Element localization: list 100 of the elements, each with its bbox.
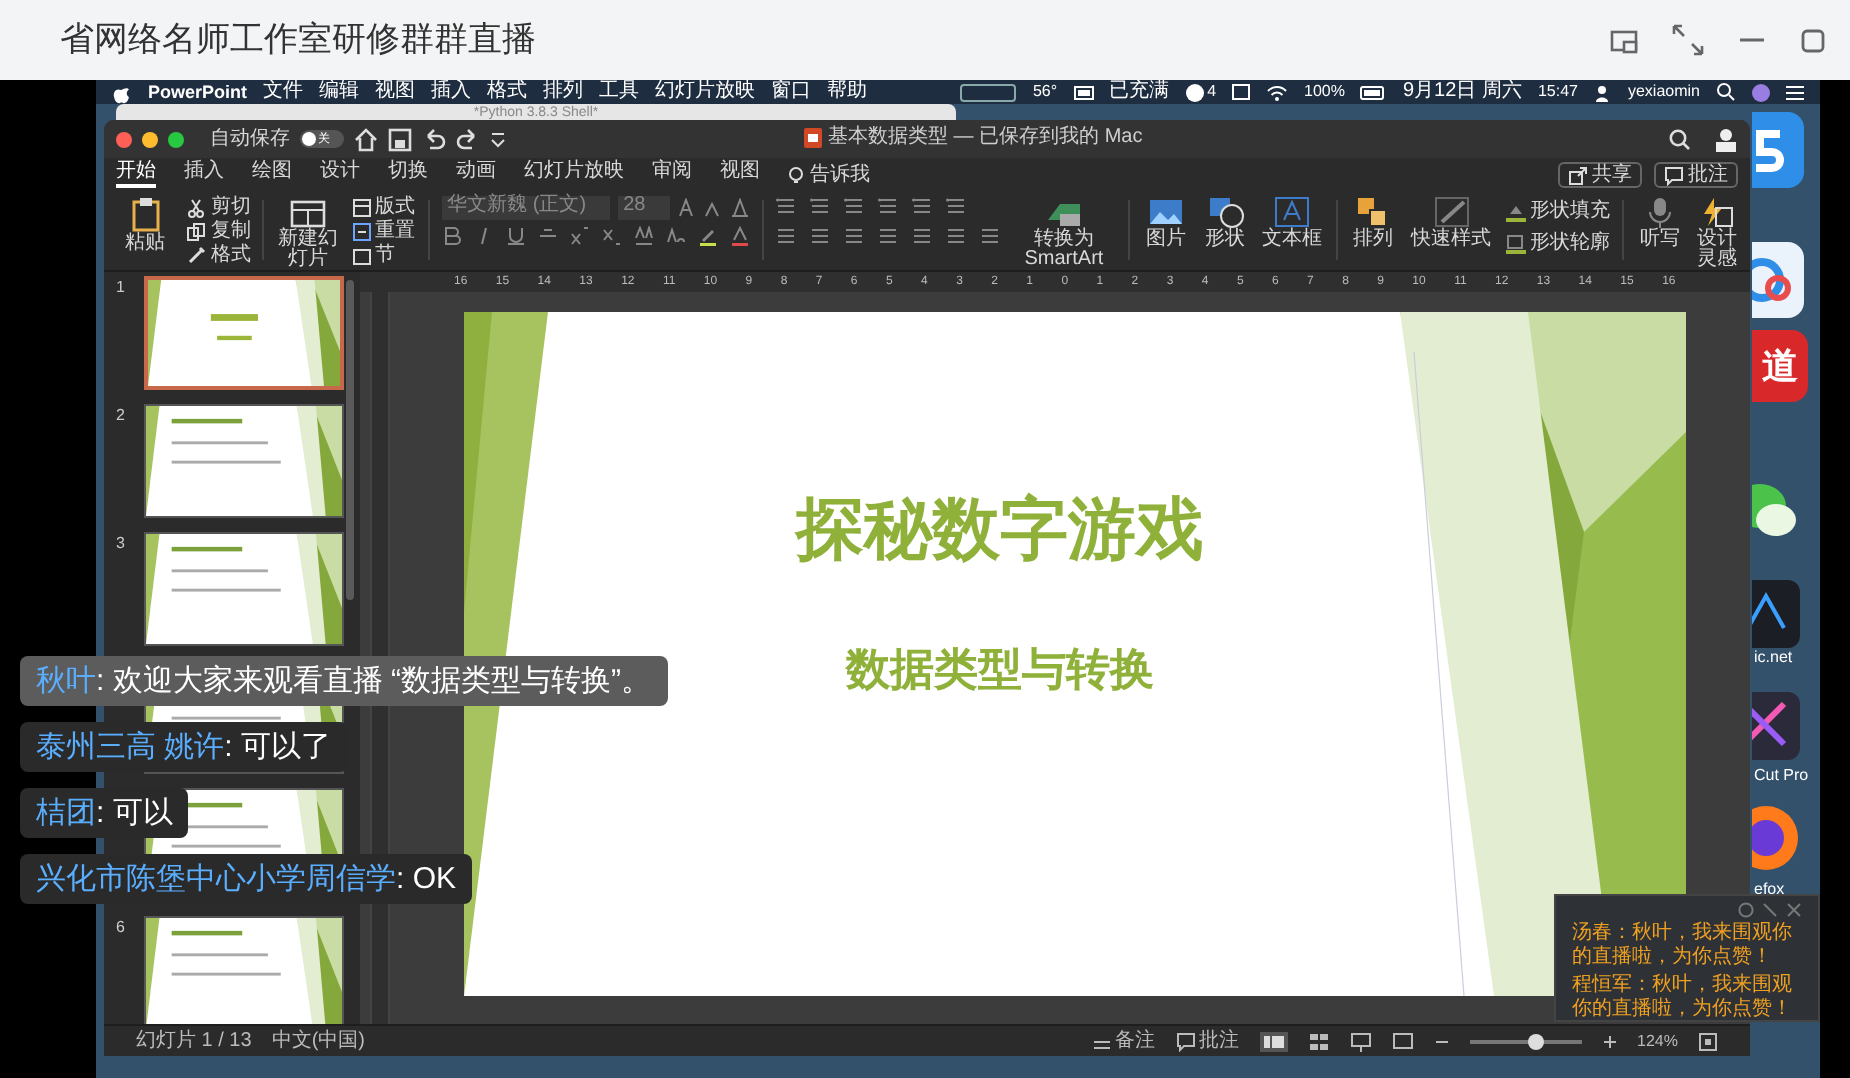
text-box-icon[interactable] <box>1273 196 1310 228</box>
tell-me-field[interactable]: 告诉我 <box>810 165 870 185</box>
slide-thumbnail[interactable] <box>144 532 344 646</box>
highlight-icon[interactable] <box>697 226 718 246</box>
picture-button[interactable]: 图片 <box>1142 196 1190 250</box>
screen-icon[interactable] <box>1232 84 1251 100</box>
ribbon-tab[interactable]: 切换 <box>388 162 428 188</box>
dictate-button[interactable]: 听写 <box>1636 196 1684 250</box>
slideshow-icon[interactable] <box>1391 1031 1414 1051</box>
close-window-icon[interactable] <box>116 131 132 147</box>
pen-outline-icon[interactable] <box>1506 233 1527 253</box>
username-text[interactable]: yexiaomin <box>1627 84 1700 100</box>
decrease-indent-icon[interactable] <box>843 196 864 216</box>
input-box[interactable] <box>960 83 1017 101</box>
document-icon[interactable] <box>804 128 822 148</box>
lightning-icon[interactable] <box>1698 196 1735 228</box>
search-icon[interactable] <box>1668 128 1690 150</box>
reset-icon[interactable] <box>351 221 372 241</box>
copy-icon[interactable] <box>186 221 207 241</box>
layout-button[interactable]: 版式 <box>351 196 416 218</box>
slide-thumbnail[interactable] <box>144 276 344 390</box>
help-icon[interactable] <box>1738 902 1754 918</box>
person-icon[interactable] <box>1712 127 1738 151</box>
siri-icon[interactable] <box>1752 83 1770 101</box>
new-slide-icon[interactable] <box>289 196 326 228</box>
maximize-icon[interactable] <box>1800 27 1826 53</box>
paint-bucket-icon[interactable] <box>1506 201 1527 221</box>
zoom-in-icon[interactable] <box>1601 1033 1618 1049</box>
menu-item[interactable]: 窗口 <box>771 82 812 102</box>
scrollbar[interactable] <box>346 280 354 600</box>
reset-button[interactable]: 重置 <box>351 220 416 242</box>
subscript-icon[interactable] <box>601 226 622 246</box>
columns-icon[interactable] <box>945 196 966 216</box>
text-direction-icon[interactable] <box>945 226 966 246</box>
change-case-icon[interactable] <box>665 226 686 246</box>
cut-button[interactable]: 剪切 <box>186 196 251 218</box>
new-slide-button[interactable]: 新建幻灯片 <box>276 196 340 270</box>
shrink-icon[interactable] <box>1762 902 1778 918</box>
copy-button[interactable]: 复制 <box>186 220 251 242</box>
ribbon-tab[interactable]: 审阅 <box>652 162 692 188</box>
menu-item[interactable]: 插入 <box>431 82 472 102</box>
align-left-icon[interactable] <box>775 226 796 246</box>
scissors-icon[interactable] <box>186 197 207 217</box>
home-icon[interactable] <box>354 127 378 151</box>
notes-button[interactable]: 备注 <box>1091 1031 1156 1051</box>
increase-indent-icon[interactable] <box>877 196 898 216</box>
line-spacing-icon[interactable] <box>911 196 932 216</box>
layout-icon[interactable] <box>351 197 372 217</box>
format-painter-button[interactable]: 格式 <box>186 244 251 266</box>
clear-format-icon[interactable] <box>729 198 750 218</box>
battery-icon[interactable] <box>1073 85 1094 99</box>
list-icon[interactable] <box>1786 83 1804 101</box>
character-spacing-icon[interactable] <box>633 226 654 246</box>
picture-icon[interactable] <box>1148 196 1185 228</box>
circle-icon[interactable] <box>1185 83 1204 101</box>
ribbon-tab[interactable]: 动画 <box>456 162 496 188</box>
expand-icon[interactable] <box>1672 24 1704 56</box>
battery-icon[interactable] <box>1360 85 1387 99</box>
zoom-window-icon[interactable] <box>168 131 184 147</box>
quick-styles-icon[interactable] <box>1433 196 1470 228</box>
section-button[interactable]: 节 <box>351 244 416 266</box>
screen-share-icon[interactable] <box>1610 27 1638 53</box>
share-button[interactable]: 共享 <box>1558 162 1642 188</box>
shape-fill-button[interactable]: 形状填充 <box>1506 200 1611 222</box>
app-icon[interactable] <box>1752 240 1808 320</box>
wifi-icon[interactable] <box>1266 83 1289 101</box>
undo-icon[interactable] <box>422 127 446 151</box>
shapes-icon[interactable] <box>1207 196 1244 228</box>
slide-sorter-icon[interactable] <box>1307 1031 1330 1051</box>
bold-icon[interactable] <box>441 226 462 246</box>
bullets-icon[interactable] <box>775 196 796 216</box>
arrange-icon[interactable] <box>1354 196 1391 228</box>
minimize-window-icon[interactable] <box>142 131 158 147</box>
menu-item[interactable]: 幻灯片放映 <box>655 82 756 102</box>
app-icon[interactable]: 道 <box>1752 330 1808 402</box>
superscript-icon[interactable] <box>569 226 590 246</box>
redo-icon[interactable] <box>456 127 480 151</box>
shapes-button[interactable]: 形状 <box>1201 196 1249 250</box>
comments-button[interactable]: 批注 <box>1654 162 1738 188</box>
align-text-icon[interactable] <box>979 226 1000 246</box>
paste-button[interactable]: 粘贴 <box>116 196 175 254</box>
distribute-icon[interactable] <box>911 226 932 246</box>
menu-item[interactable]: 工具 <box>599 82 640 102</box>
shape-outline-button[interactable]: 形状轮廓 <box>1506 232 1611 254</box>
comment-icon[interactable] <box>1175 1031 1196 1051</box>
quick-styles-button[interactable]: 快速样式 <box>1408 196 1495 250</box>
reading-view-icon[interactable] <box>1349 1031 1372 1051</box>
decrease-font-icon[interactable] <box>703 198 722 218</box>
arrange-button[interactable]: 排列 <box>1349 196 1397 250</box>
ribbon-tab[interactable]: 绘图 <box>252 162 292 188</box>
menu-item[interactable]: 格式 <box>487 82 528 102</box>
menu-item[interactable]: 编辑 <box>319 82 360 102</box>
fit-to-window-icon[interactable] <box>1698 1031 1718 1051</box>
brush-icon[interactable] <box>186 245 207 265</box>
ribbon-tab[interactable]: 幻灯片放映 <box>524 162 624 188</box>
menu-item[interactable]: 排列 <box>543 82 584 102</box>
comment-icon[interactable] <box>1664 165 1684 185</box>
app-menu[interactable]: PowerPoint <box>148 83 248 101</box>
switch-user-icon[interactable] <box>1593 83 1612 101</box>
ribbon-tab[interactable]: 视图 <box>720 162 760 188</box>
